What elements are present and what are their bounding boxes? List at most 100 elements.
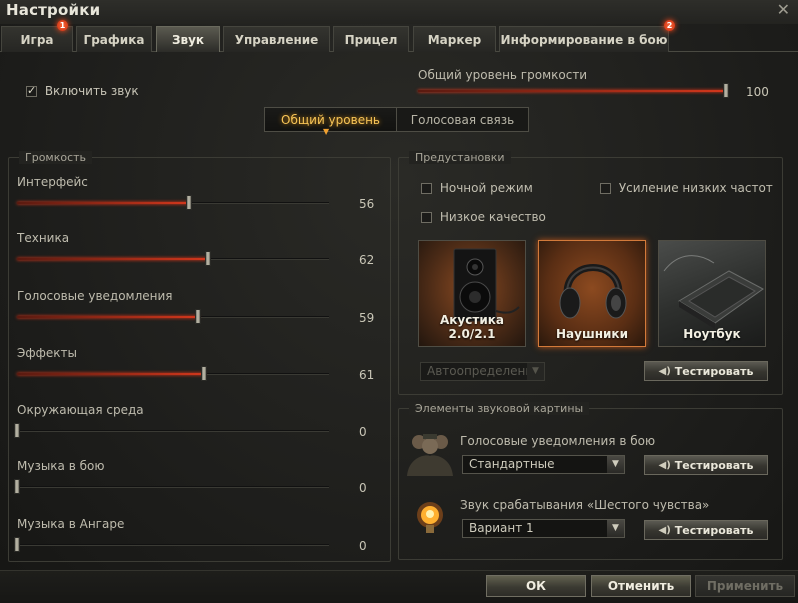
preset-label: Ноутбук	[683, 327, 741, 341]
preset-acoustics[interactable]: Акустика 2.0/2.1	[418, 240, 526, 347]
tab-label: Игра	[20, 32, 54, 47]
night-mode-label: Ночной режим	[439, 181, 533, 195]
volume-value-effects: 61	[359, 368, 375, 382]
window-title: Настройки	[6, 1, 101, 19]
preset-headphones[interactable]: Наушники	[538, 240, 646, 347]
volume-label-ambient: Окружающая среда	[17, 403, 144, 417]
tab-badge: 1	[57, 20, 68, 31]
slider-hangar-music[interactable]	[14, 537, 329, 552]
chevron-down-icon: ▼	[527, 363, 544, 380]
dropdown-value: Стандартные	[469, 457, 555, 471]
volume-value-ambient: 0	[359, 425, 367, 439]
tab-general-level[interactable]: Общий уровень	[265, 108, 397, 131]
chevron-down-icon: ▼	[323, 127, 330, 136]
test-voice-button[interactable]: ◀) Тестировать	[644, 455, 768, 475]
enable-sound-label: Включить звук	[44, 84, 139, 98]
slider-battle-music[interactable]	[14, 479, 329, 494]
enable-sound-checkbox[interactable]: Включить звук	[26, 84, 139, 98]
speaker-icon: ◀)	[658, 524, 671, 536]
master-volume-value: 100	[746, 85, 769, 99]
volume-value-vehicle: 62	[359, 253, 375, 267]
tab-label: Информирование в бою	[500, 32, 668, 47]
button-label: Тестировать	[674, 364, 754, 378]
bass-boost-checkbox[interactable]: Усиление низких частот	[600, 181, 773, 195]
test-preset-button[interactable]: ◀) Тестировать	[644, 361, 768, 381]
tab-sight[interactable]: Прицел	[333, 26, 409, 52]
tab-graphics[interactable]: Графика	[76, 26, 152, 52]
crew-icon	[407, 434, 453, 476]
checkbox-box[interactable]	[421, 212, 432, 223]
tab-badge: 2	[664, 20, 675, 31]
cancel-button[interactable]: Отменить	[591, 575, 691, 597]
slider-effects[interactable]	[17, 366, 329, 381]
settings-window: Настройки ✕ Игра Графика Звук Управление…	[0, 0, 798, 603]
slider-thumb[interactable]	[201, 366, 207, 381]
volume-panel-title: Громкость	[19, 151, 93, 164]
volume-mode-switch: Общий уровень Голосовая связь	[264, 107, 529, 132]
tab-controls[interactable]: Управление	[223, 26, 330, 52]
button-label: Тестировать	[674, 523, 754, 537]
volume-label-effects: Эффекты	[17, 346, 77, 360]
autodetect-dropdown: Автоопределение ▼	[420, 362, 545, 381]
tab-marker[interactable]: Маркер	[413, 26, 496, 52]
volume-value-voice-notifications: 59	[359, 311, 375, 325]
speaker-icon: ◀)	[658, 459, 671, 471]
slider-thumb[interactable]	[723, 83, 729, 98]
volume-value-hangar-music: 0	[359, 539, 367, 553]
volume-label-interface: Интерфейс	[17, 175, 88, 189]
slider-interface[interactable]	[17, 195, 329, 210]
preset-laptop[interactable]: Ноутбук	[658, 240, 766, 347]
tab-battle-info[interactable]: Информирование в бою	[499, 26, 669, 52]
tab-label: Управление	[234, 32, 319, 47]
night-mode-checkbox[interactable]: Ночной режим	[421, 181, 533, 195]
slider-thumb[interactable]	[205, 251, 211, 266]
tab-bar: Игра Графика Звук Управление Прицел Марк…	[0, 26, 798, 52]
bass-boost-label: Усиление низких частот	[618, 181, 773, 195]
close-icon[interactable]: ✕	[777, 0, 790, 19]
chevron-down-icon[interactable]: ▼	[607, 456, 624, 473]
volume-label-hangar-music: Музыка в Ангаре	[17, 517, 125, 531]
checkbox-box[interactable]	[600, 183, 611, 194]
slider-thumb[interactable]	[14, 479, 20, 494]
apply-button[interactable]: Применить	[695, 575, 795, 597]
low-quality-label: Низкое качество	[439, 210, 546, 224]
dropdown-value: Автоопределение	[427, 364, 541, 378]
button-label: Тестировать	[674, 458, 754, 472]
tab-label: Звук	[171, 32, 205, 47]
speaker-icon: ◀)	[658, 365, 671, 377]
preset-label: Акустика 2.0/2.1	[440, 313, 504, 341]
tab-sound[interactable]: Звук	[156, 26, 220, 52]
tab-voice-chat[interactable]: Голосовая связь	[397, 108, 528, 131]
volume-label-vehicle: Техника	[17, 231, 70, 245]
slider-thumb[interactable]	[14, 537, 20, 552]
checkbox-box[interactable]	[26, 84, 37, 97]
presets-panel-title: Предустановки	[409, 151, 511, 164]
slider-voice-notifications[interactable]	[17, 309, 329, 324]
low-quality-checkbox[interactable]: Низкое качество	[421, 210, 546, 224]
volume-value-battle-music: 0	[359, 481, 367, 495]
sixth-sense-label: Звук срабатывания «Шестого чувства»	[460, 498, 710, 512]
volume-label-voice-notifications: Голосовые уведомления	[17, 289, 173, 303]
ok-button[interactable]: ОК	[486, 575, 586, 597]
master-volume-label: Общий уровень громкости	[418, 68, 588, 82]
preset-label: Наушники	[556, 327, 628, 341]
checkbox-box[interactable]	[421, 183, 432, 194]
chevron-down-icon[interactable]: ▼	[607, 520, 624, 537]
test-sixth-sense-button[interactable]: ◀) Тестировать	[644, 520, 768, 540]
tab-label: Графика	[83, 32, 145, 47]
slider-thumb[interactable]	[14, 423, 20, 438]
sixth-sense-dropdown[interactable]: Вариант 1 ▼	[462, 519, 625, 538]
voice-notifications-label: Голосовые уведомления в бою	[460, 434, 656, 448]
slider-vehicle[interactable]	[17, 251, 329, 266]
sound-elements-title: Элементы звуковой картины	[409, 402, 590, 415]
volume-label-battle-music: Музыка в бою	[17, 459, 105, 473]
titlebar: Настройки ✕	[0, 0, 798, 24]
voice-notifications-dropdown[interactable]: Стандартные ▼	[462, 455, 625, 474]
lightbulb-icon	[417, 502, 443, 533]
tab-label: Прицел	[344, 32, 398, 47]
tab-label: Маркер	[427, 32, 482, 47]
master-volume-slider[interactable]	[418, 83, 729, 98]
slider-ambient[interactable]	[14, 423, 329, 438]
slider-thumb[interactable]	[186, 195, 192, 210]
slider-thumb[interactable]	[195, 309, 201, 324]
